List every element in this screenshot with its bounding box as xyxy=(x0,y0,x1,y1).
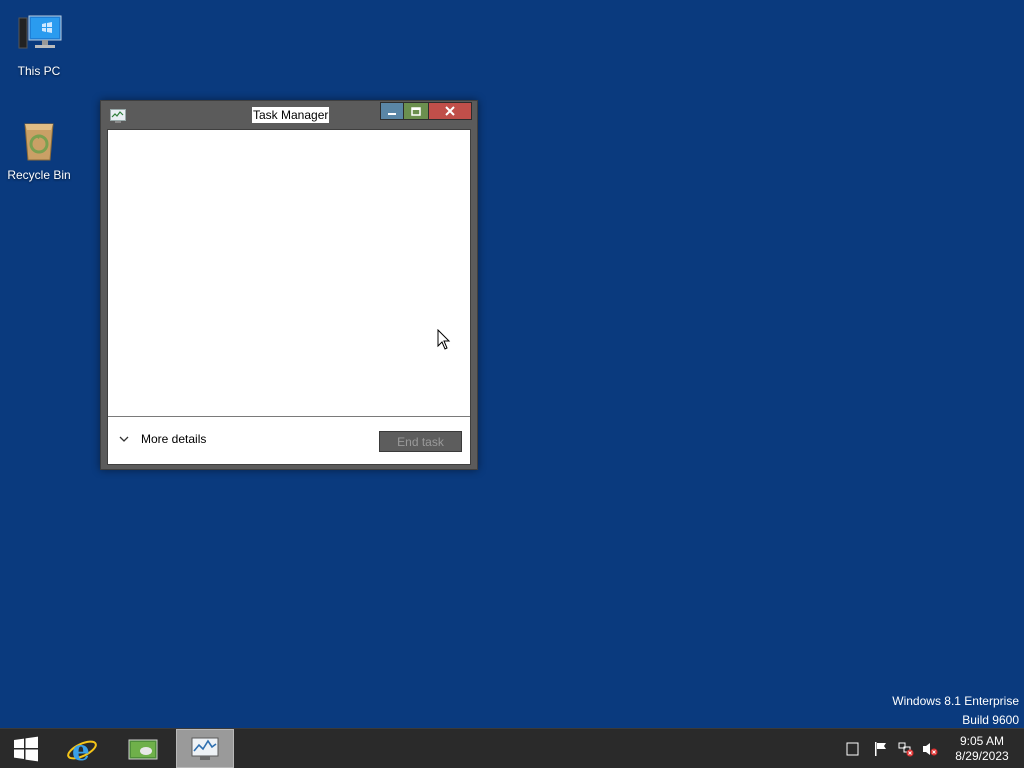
window-titlebar[interactable]: Task Manager xyxy=(101,101,477,130)
more-details-toggle[interactable]: More details xyxy=(119,432,206,446)
minimize-icon xyxy=(388,113,396,115)
maximize-button[interactable] xyxy=(403,102,429,120)
maximize-icon xyxy=(411,106,421,116)
window-title: Task Manager xyxy=(252,107,330,123)
internet-explorer-icon: e xyxy=(67,734,97,765)
start-button[interactable] xyxy=(0,729,52,768)
task-manager-icon[interactable] xyxy=(110,109,126,123)
chevron-down-icon xyxy=(119,436,129,442)
window-footer: More details End task xyxy=(108,416,470,465)
desktop-icon-this-pc[interactable]: This PC xyxy=(0,12,78,78)
taskbar-file-explorer[interactable] xyxy=(116,729,170,768)
more-details-label: More details xyxy=(141,432,207,446)
watermark-edition: Windows 8.1 Enterprise xyxy=(892,694,1019,708)
file-explorer-icon xyxy=(128,739,158,759)
windows-version-watermark: Windows 8.1 Enterprise Build 9600 xyxy=(892,692,1019,730)
network-error-icon[interactable] xyxy=(898,741,914,757)
taskbar-internet-explorer[interactable]: e xyxy=(56,729,108,768)
window-client-area: More details End task xyxy=(107,129,471,465)
minimize-button[interactable] xyxy=(380,102,404,120)
mouse-cursor-icon xyxy=(437,329,451,350)
close-icon xyxy=(445,106,455,116)
windows-logo-icon xyxy=(14,736,38,761)
end-task-button[interactable]: End task xyxy=(379,431,462,452)
desktop-icon-label: This PC xyxy=(17,64,61,78)
show-desktop-icon[interactable] xyxy=(845,741,861,757)
taskbar-task-manager[interactable] xyxy=(176,729,234,768)
taskbar: e 9:05 AM 8/29/2023 xyxy=(0,728,1024,768)
computer-icon xyxy=(15,12,63,60)
clock-date: 8/29/2023 xyxy=(955,749,1009,763)
task-manager-icon xyxy=(191,737,219,760)
svg-text:e: e xyxy=(72,734,90,765)
desktop-icon-label: Recycle Bin xyxy=(7,168,71,182)
volume-muted-icon[interactable] xyxy=(922,741,938,757)
desktop-icon-recycle-bin[interactable]: Recycle Bin xyxy=(0,116,78,182)
system-clock[interactable]: 9:05 AM 8/29/2023 xyxy=(948,734,1016,764)
task-manager-window[interactable]: Task Manager More details End task xyxy=(100,100,478,470)
action-center-flag-icon[interactable] xyxy=(873,741,889,757)
recycle-bin-icon xyxy=(15,116,63,164)
app-list-area[interactable] xyxy=(108,130,470,416)
clock-time: 9:05 AM xyxy=(959,734,1005,748)
close-button[interactable] xyxy=(428,102,472,120)
